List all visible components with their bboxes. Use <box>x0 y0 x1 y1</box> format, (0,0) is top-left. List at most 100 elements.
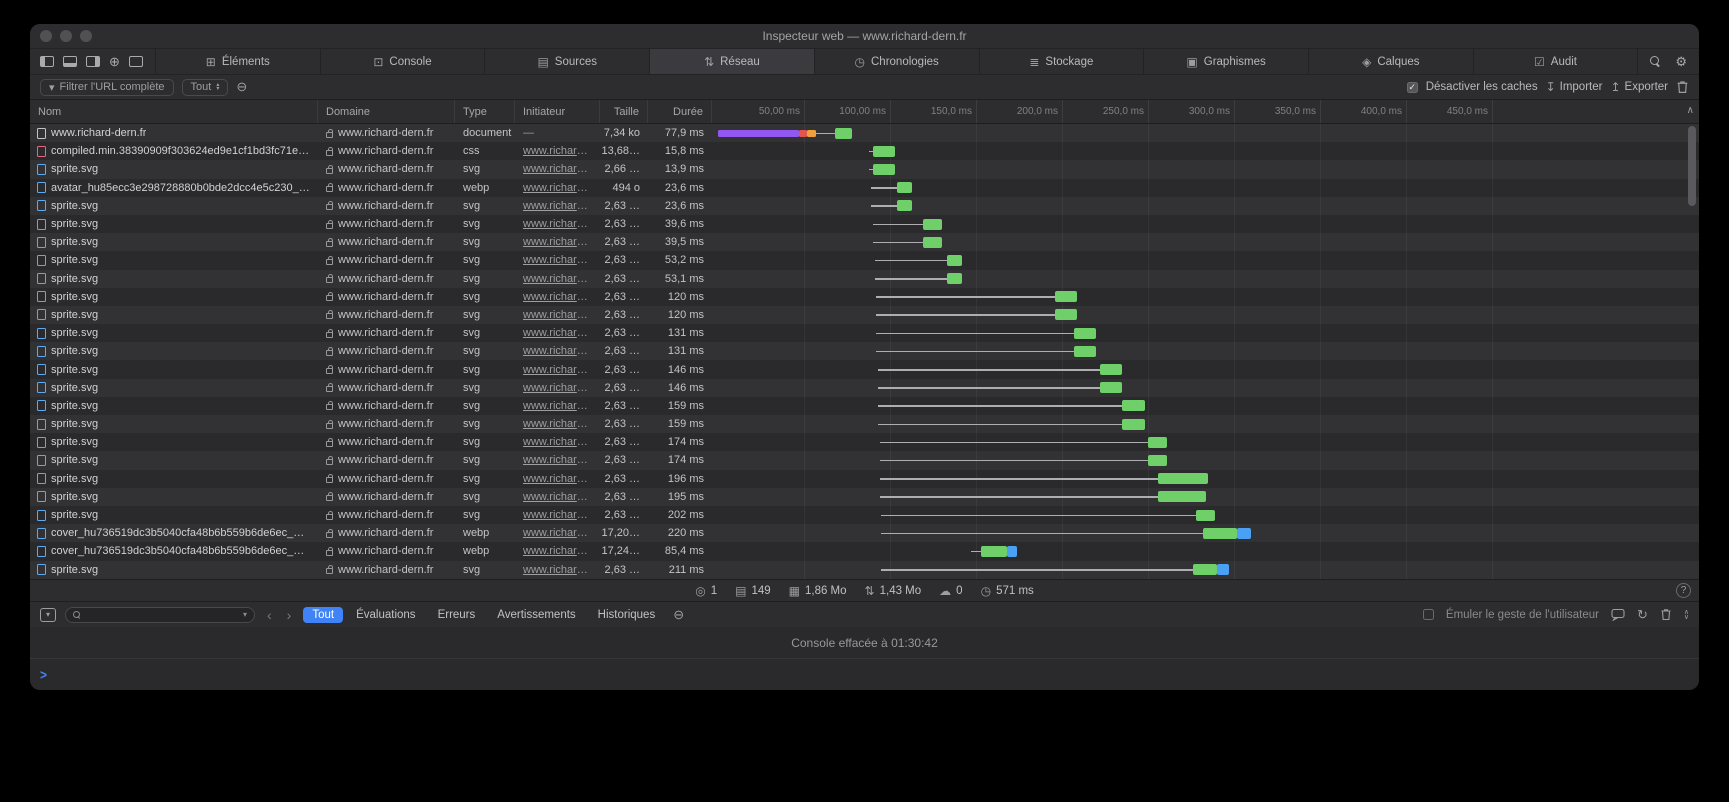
search-icon[interactable] <box>1650 56 1661 67</box>
dock-left-icon[interactable] <box>40 56 54 67</box>
initiator-link[interactable]: www.richard-d… <box>523 182 592 194</box>
initiator-link[interactable]: www.richard-d… <box>523 454 592 466</box>
initiator-link[interactable]: www.richard-d… <box>523 400 592 412</box>
table-row[interactable]: cover_hu736519dc3b5040cfa48b6b559b6de6ec… <box>30 524 1699 542</box>
table-row[interactable]: sprite.svg www.richard-dern.fr svg www.r… <box>30 360 1699 378</box>
tab-elements[interactable]: ⊞ Éléments <box>155 49 320 74</box>
table-row[interactable]: sprite.svg www.richard-dern.fr svg www.r… <box>30 397 1699 415</box>
tab-network[interactable]: ⇅ Réseau <box>649 49 814 74</box>
column-header-duree[interactable]: Durée <box>648 100 712 123</box>
table-row[interactable]: sprite.svg www.richard-dern.fr svg www.r… <box>30 415 1699 433</box>
column-header-taille[interactable]: Taille <box>600 100 648 123</box>
console-tab-erreurs[interactable]: Erreurs <box>429 607 485 623</box>
initiator-link[interactable]: www.richard-d… <box>523 364 592 376</box>
initiator-link[interactable]: www.richard-d… <box>523 418 592 430</box>
table-row[interactable]: sprite.svg www.richard-dern.fr svg www.r… <box>30 470 1699 488</box>
initiator-link[interactable]: www.richard-d… <box>523 163 592 175</box>
console-prompt[interactable]: > <box>30 659 1699 690</box>
console-search-input[interactable]: ▾ <box>65 607 255 623</box>
dock-bottom-icon[interactable] <box>63 56 77 67</box>
initiator-link[interactable]: www.richard-d… <box>523 345 592 357</box>
tab-console[interactable]: ⊡ Console <box>320 49 485 74</box>
vertical-scrollbar[interactable] <box>1688 126 1696 206</box>
table-row[interactable]: compiled.min.38390909f303624ed9e1cf1bd3f… <box>30 142 1699 160</box>
initiator-link[interactable]: www.richard-d… <box>523 236 592 248</box>
initiator-link[interactable]: www.richard-d… <box>523 218 592 230</box>
table-row[interactable]: sprite.svg www.richard-dern.fr svg www.r… <box>30 270 1699 288</box>
table-row[interactable]: sprite.svg www.richard-dern.fr svg www.r… <box>30 433 1699 451</box>
table-row[interactable]: www.richard-dern.fr www.richard-dern.fr … <box>30 124 1699 142</box>
initiator-link[interactable]: www.richard-d… <box>523 254 592 266</box>
initiator-link[interactable]: www.richard-d… <box>523 436 592 448</box>
initiator-link[interactable]: www.richard-d… <box>523 545 592 557</box>
disable-caches-checkbox[interactable]: ✓ <box>1407 82 1418 93</box>
import-button[interactable]: ↧ Importer <box>1546 80 1603 94</box>
minimize-button[interactable] <box>60 30 72 42</box>
table-row[interactable]: sprite.svg www.richard-dern.fr svg www.r… <box>30 288 1699 306</box>
table-row[interactable]: sprite.svg www.richard-dern.fr svg www.r… <box>30 342 1699 360</box>
table-row[interactable]: sprite.svg www.richard-dern.fr svg www.r… <box>30 561 1699 579</box>
table-row[interactable]: sprite.svg www.richard-dern.fr svg www.r… <box>30 379 1699 397</box>
table-row[interactable]: sprite.svg www.richard-dern.fr svg www.r… <box>30 215 1699 233</box>
table-row[interactable]: sprite.svg www.richard-dern.fr svg www.r… <box>30 506 1699 524</box>
initiator-link[interactable]: www.richard-d… <box>523 509 592 521</box>
export-button[interactable]: ↥ Exporter <box>1610 80 1668 94</box>
table-row[interactable]: sprite.svg www.richard-dern.fr svg www.r… <box>30 233 1699 251</box>
scroll-up-icon[interactable]: ∧ <box>1687 105 1694 116</box>
scope-select[interactable]: Tout ▴▾ <box>182 79 229 96</box>
column-header-initiateur[interactable]: Initiateur <box>515 100 600 123</box>
initiator-link[interactable]: www.richard-d… <box>523 327 592 339</box>
initiator-link[interactable]: www.richard-d… <box>523 564 592 576</box>
column-header-domaine[interactable]: Domaine <box>318 100 455 123</box>
dock-right-icon[interactable] <box>86 56 100 67</box>
url-filter-input[interactable]: ▾ Filtrer l'URL complète <box>40 79 174 96</box>
initiator-link[interactable]: www.richard-d… <box>523 527 592 539</box>
initiator-link[interactable]: www.richard-d… <box>523 382 592 394</box>
initiator-link[interactable]: www.richard-d… <box>523 473 592 485</box>
initiator-link[interactable]: www.richard-d… <box>523 145 592 157</box>
table-row[interactable]: sprite.svg www.richard-dern.fr svg www.r… <box>30 324 1699 342</box>
table-row[interactable]: sprite.svg www.richard-dern.fr svg www.r… <box>30 251 1699 269</box>
trash-icon[interactable] <box>1660 608 1672 621</box>
close-button[interactable] <box>40 30 52 42</box>
initiator-link[interactable]: www.richard-d… <box>523 309 592 321</box>
back-button[interactable]: ‹ <box>264 607 275 623</box>
gear-icon[interactable]: ⚙ <box>1675 55 1687 68</box>
scope-circle-icon[interactable]: ⊖ <box>236 79 247 95</box>
console-tab-tout[interactable]: Tout <box>303 607 343 623</box>
zoom-button[interactable] <box>80 30 92 42</box>
message-bubble-icon[interactable] <box>1611 608 1625 621</box>
initiator-link[interactable]: www.richard-d… <box>523 491 592 503</box>
element-picker-icon[interactable]: ⊕ <box>109 55 120 68</box>
table-row[interactable]: sprite.svg www.richard-dern.fr svg www.r… <box>30 160 1699 178</box>
initiator-link[interactable]: www.richard-d… <box>523 291 592 303</box>
column-header-nom[interactable]: Nom <box>30 100 318 123</box>
console-filter-icon[interactable]: ▾ <box>40 608 56 622</box>
console-tab-historiques[interactable]: Historiques <box>589 607 665 623</box>
tab-graphics[interactable]: ▣ Graphismes <box>1143 49 1308 74</box>
tab-layers[interactable]: ◈ Calques <box>1308 49 1473 74</box>
table-row[interactable]: avatar_hu85ecc3e298728880b0bde2dcc4e5c23… <box>30 179 1699 197</box>
collapse-console-icon[interactable]: ∧∨ <box>1684 610 1689 620</box>
console-tab-evaluations[interactable]: Évaluations <box>347 607 424 623</box>
trash-icon[interactable] <box>1676 80 1689 94</box>
table-row[interactable]: sprite.svg www.richard-dern.fr svg www.r… <box>30 197 1699 215</box>
device-icon[interactable] <box>129 56 143 67</box>
table-row[interactable]: sprite.svg www.richard-dern.fr svg www.r… <box>30 306 1699 324</box>
initiator-link[interactable]: www.richard-d… <box>523 200 592 212</box>
forward-button[interactable]: › <box>284 607 295 623</box>
column-header-type[interactable]: Type <box>455 100 515 123</box>
tab-sources[interactable]: ▤ Sources <box>484 49 649 74</box>
tab-timelines[interactable]: ◷ Chronologies <box>814 49 979 74</box>
emulate-gesture-checkbox[interactable] <box>1423 609 1434 620</box>
table-row[interactable]: cover_hu736519dc3b5040cfa48b6b559b6de6ec… <box>30 542 1699 560</box>
scope-circle-icon[interactable]: ⊖ <box>673 607 684 623</box>
table-row[interactable]: sprite.svg www.richard-dern.fr svg www.r… <box>30 488 1699 506</box>
tab-audit[interactable]: ☑ Audit <box>1473 49 1638 74</box>
console-tab-avertissements[interactable]: Avertissements <box>488 607 584 623</box>
clear-console-icon[interactable]: ↻ <box>1637 607 1648 623</box>
table-row[interactable]: sprite.svg www.richard-dern.fr svg www.r… <box>30 451 1699 469</box>
tab-storage[interactable]: ≣ Stockage <box>979 49 1144 74</box>
help-button[interactable]: ? <box>1676 583 1691 598</box>
initiator-link[interactable]: www.richard-d… <box>523 273 592 285</box>
